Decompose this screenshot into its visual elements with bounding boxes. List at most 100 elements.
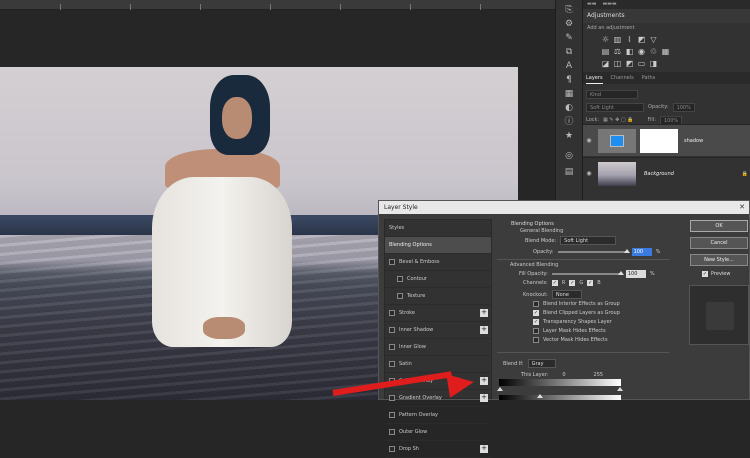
style-satin[interactable]: Satin — [385, 356, 491, 373]
style-checkbox[interactable] — [389, 446, 395, 452]
style-inner-shadow[interactable]: Inner Shadow + — [385, 322, 491, 339]
history-icon[interactable]: ⎘ — [562, 4, 576, 16]
channel-mixer-icon[interactable]: ♲ — [649, 47, 658, 56]
this-layer-gradient[interactable] — [499, 379, 621, 386]
style-stroke[interactable]: Stroke + — [385, 305, 491, 322]
option-checkbox[interactable] — [533, 337, 539, 343]
dialog-title-bar[interactable]: Layer Style ✕ — [379, 201, 749, 214]
layer-mask-thumbnail[interactable] — [640, 128, 678, 153]
style-checkbox[interactable] — [389, 395, 395, 401]
posterize-icon[interactable]: ◫ — [613, 59, 622, 68]
option-checkbox[interactable]: ✓ — [533, 319, 539, 325]
blend-if-select[interactable]: Gray — [527, 359, 556, 368]
channel-r-checkbox[interactable]: ✓ — [551, 280, 558, 286]
curves-icon[interactable]: ⌇ — [625, 35, 634, 44]
layer-name[interactable]: Background — [644, 171, 674, 177]
clone-source-icon[interactable]: ⧉ — [562, 46, 576, 58]
style-checkbox[interactable] — [389, 361, 395, 367]
slider-thumb[interactable] — [623, 249, 630, 253]
option-checkbox[interactable] — [533, 328, 539, 334]
channel-g-checkbox[interactable]: ✓ — [569, 280, 576, 286]
opacity-slider[interactable] — [557, 249, 630, 253]
style-checkbox[interactable] — [389, 310, 395, 316]
plus-icon[interactable]: + — [480, 394, 488, 402]
properties-icon[interactable]: ⚙ — [562, 18, 576, 30]
style-contour[interactable]: Contour — [385, 271, 491, 288]
character-icon[interactable]: A — [562, 60, 576, 72]
style-checkbox[interactable] — [397, 293, 403, 299]
adjustments-icon[interactable]: ◐ — [562, 102, 576, 114]
eye-icon[interactable]: ◉ — [583, 170, 595, 177]
slider-thumb[interactable] — [617, 271, 624, 275]
blend-mode-select[interactable]: Soft Light — [560, 236, 617, 245]
layer-comps-icon[interactable]: ▤ — [562, 166, 576, 178]
opacity-field[interactable]: 100 — [631, 248, 652, 256]
style-drop-shadow[interactable]: Drop Sh + — [385, 441, 491, 458]
plus-icon[interactable]: + — [480, 309, 488, 317]
style-checkbox[interactable] — [389, 344, 395, 350]
option-checkbox[interactable] — [533, 301, 539, 307]
style-texture[interactable]: Texture — [385, 288, 491, 305]
color-balance-icon[interactable]: ⚖ — [613, 47, 622, 56]
style-checkbox[interactable] — [389, 259, 395, 265]
gradient-map-icon[interactable]: ▭ — [637, 59, 646, 68]
selective-color-icon[interactable]: ◨ — [649, 59, 658, 68]
layer-row-background[interactable]: ◉ Background 🔒 — [583, 157, 750, 189]
layer-name[interactable]: shadow — [684, 138, 703, 144]
vibrance-icon[interactable]: ▽ — [649, 35, 658, 44]
channel-b-checkbox[interactable]: ✓ — [587, 280, 594, 286]
invert-icon[interactable]: ◪ — [601, 59, 610, 68]
style-pattern-overlay[interactable]: Pattern Overlay — [385, 407, 491, 424]
tab-layers[interactable]: Layers — [586, 72, 603, 84]
style-inner-glow[interactable]: Inner Glow — [385, 339, 491, 356]
style-checkbox[interactable] — [389, 327, 395, 333]
plus-icon[interactable]: + — [480, 326, 488, 334]
style-checkbox[interactable] — [389, 412, 395, 418]
lock-icons[interactable]: ▦ ✎ ✥ ▢ 🔒 — [603, 117, 633, 123]
exposure-icon[interactable]: ◩ — [637, 35, 646, 44]
styles-icon[interactable]: ★ — [562, 130, 576, 142]
info-icon[interactable]: ⓘ — [562, 116, 576, 128]
option-checkbox[interactable]: ✓ — [533, 310, 539, 316]
color-lookup-icon[interactable]: ▦ — [661, 47, 670, 56]
layer-opacity-field[interactable]: 100% — [672, 102, 695, 112]
levels-icon[interactable]: ▥ — [613, 35, 622, 44]
preview-checkbox[interactable]: ✓ — [702, 271, 708, 277]
ok-button[interactable]: OK — [690, 220, 748, 232]
paragraph-icon[interactable]: ¶ — [562, 74, 576, 86]
brush-icon[interactable]: ✎ — [562, 32, 576, 44]
fill-opacity-field[interactable]: 100 — [625, 270, 646, 278]
underlying-slider-thumb[interactable] — [537, 394, 543, 398]
style-blending-options[interactable]: Blending Options — [385, 237, 491, 254]
this-layer-white-slider[interactable] — [617, 387, 623, 391]
this-layer-black-slider[interactable] — [497, 387, 503, 391]
tab-channels[interactable]: Channels — [611, 72, 634, 84]
underlying-gradient[interactable] — [499, 395, 621, 400]
panel-tab[interactable]: ▬▬▬ — [602, 0, 616, 9]
style-bevel-emboss[interactable]: Bevel & Emboss — [385, 254, 491, 271]
panel-tab[interactable]: ▬▬ — [587, 0, 596, 9]
photo-filter-icon[interactable]: ◉ — [637, 47, 646, 56]
styles-header[interactable]: Styles — [385, 220, 491, 237]
navigator-icon[interactable]: ◎ — [562, 150, 576, 162]
black-white-icon[interactable]: ◧ — [625, 47, 634, 56]
layer-row-shadow[interactable]: ◉ shadow — [583, 124, 750, 156]
tab-paths[interactable]: Paths — [642, 72, 656, 84]
swatches-icon[interactable]: ▦ — [562, 88, 576, 100]
style-checkbox[interactable] — [389, 429, 395, 435]
style-outer-glow[interactable]: Outer Glow — [385, 424, 491, 441]
layer-filter-field[interactable]: Kind — [586, 89, 638, 99]
close-icon[interactable]: ✕ — [739, 201, 745, 214]
new-style-button[interactable]: New Style... — [690, 254, 748, 266]
threshold-icon[interactable]: ◩ — [625, 59, 634, 68]
knockout-select[interactable]: None — [551, 290, 582, 299]
style-checkbox[interactable] — [397, 276, 403, 282]
cancel-button[interactable]: Cancel — [690, 237, 748, 249]
plus-icon[interactable]: + — [480, 445, 488, 453]
layer-blend-mode-select[interactable]: Soft Light — [586, 102, 644, 112]
fill-opacity-slider[interactable] — [551, 271, 624, 275]
brightness-icon[interactable]: ☼ — [601, 35, 610, 44]
hue-saturation-icon[interactable]: ▤ — [601, 47, 610, 56]
eye-icon[interactable]: ◉ — [583, 137, 595, 144]
plus-icon[interactable]: + — [480, 377, 488, 385]
